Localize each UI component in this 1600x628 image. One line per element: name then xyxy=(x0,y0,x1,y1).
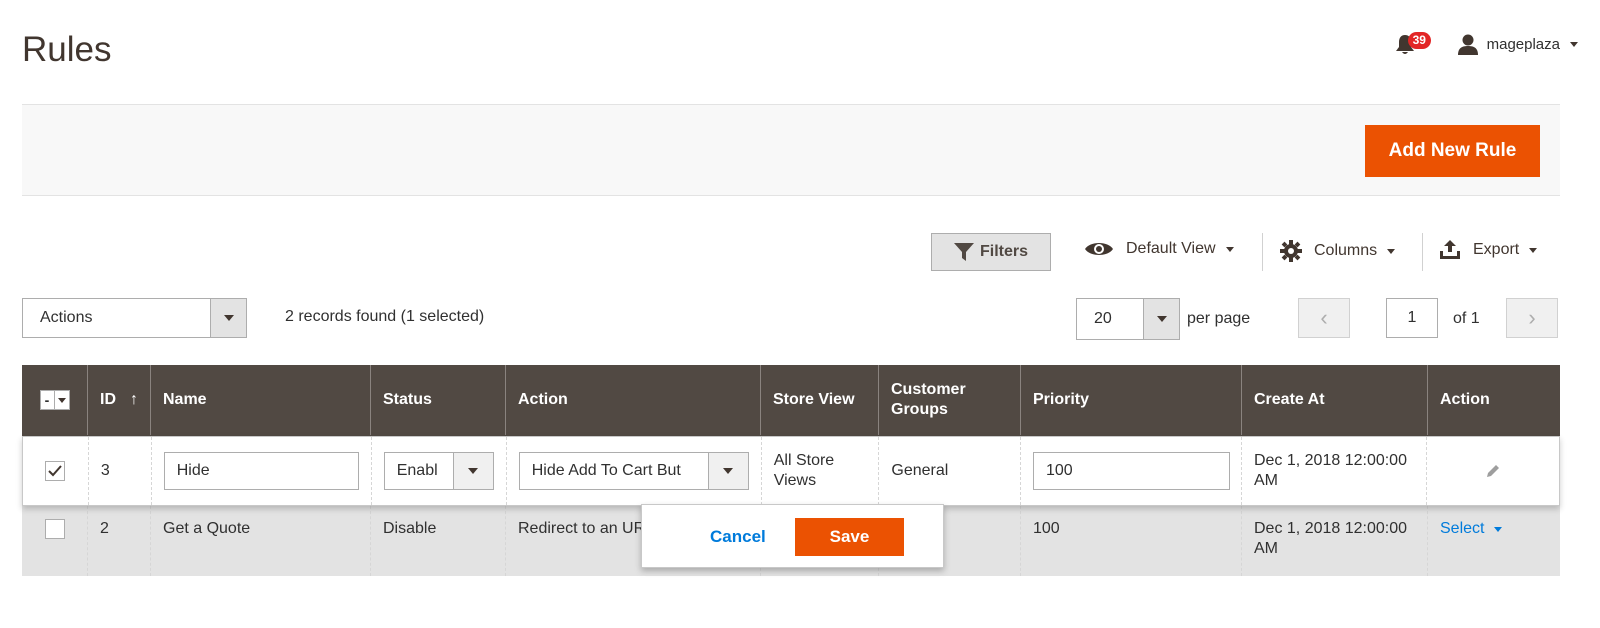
chevron-down-icon xyxy=(452,453,493,489)
export-label: Export xyxy=(1473,241,1520,258)
priority-input[interactable] xyxy=(1032,452,1230,490)
mass-actions-select[interactable]: Actions xyxy=(22,298,247,338)
action-cell: Hide Add To Cart But xyxy=(505,437,761,505)
column-mass-select[interactable]: - xyxy=(22,365,87,435)
row-action-cell xyxy=(1426,437,1559,505)
per-page-value: 20 xyxy=(1094,310,1112,327)
toolbar-divider xyxy=(1262,233,1263,271)
chevron-down-icon xyxy=(210,299,246,337)
action-select[interactable]: Hide Add To Cart But xyxy=(518,452,749,490)
chevron-down-icon xyxy=(1570,41,1578,47)
chevron-down-icon xyxy=(1143,299,1179,339)
per-page-label: per page xyxy=(1187,310,1251,327)
previous-page-button[interactable]: ‹ xyxy=(1298,298,1350,338)
chevron-right-icon: › xyxy=(1528,305,1536,330)
column-row-action: Action xyxy=(1427,365,1560,435)
row-checkbox[interactable] xyxy=(45,461,66,481)
page-title: Rules xyxy=(22,30,112,69)
chevron-down-icon xyxy=(55,391,69,409)
column-id-label: ID xyxy=(100,391,116,408)
chevron-down-icon xyxy=(707,453,748,489)
column-id[interactable]: ID ↑ xyxy=(87,365,150,435)
status-value: Enabl xyxy=(396,462,438,479)
mass-select-dropdown[interactable]: - xyxy=(39,390,70,410)
action-value: Hide Add To Cart But xyxy=(531,462,681,479)
name-input[interactable] xyxy=(163,452,359,490)
default-view-dropdown[interactable]: Default View xyxy=(1084,240,1234,258)
store-view-cell: All Store Views xyxy=(760,437,879,505)
create-at-cell: Dec 1, 2018 12:00:00 AM xyxy=(1241,506,1427,576)
export-icon xyxy=(1440,240,1460,259)
checkmark-icon xyxy=(48,465,63,477)
column-action[interactable]: Action xyxy=(505,365,760,435)
column-store-view[interactable]: Store View xyxy=(760,365,878,435)
inline-edit-actions: Cancel Save xyxy=(641,504,944,568)
header-actions: 39 mageplaza xyxy=(1395,30,1578,58)
pencil-icon[interactable] xyxy=(1485,463,1501,479)
row-action-cell: Select xyxy=(1427,506,1560,576)
column-name[interactable]: Name xyxy=(150,365,370,435)
row-select-cell xyxy=(22,506,87,576)
cancel-button[interactable]: Cancel xyxy=(692,518,784,556)
row-id: 2 xyxy=(87,506,150,576)
notifications-button[interactable]: 39 xyxy=(1395,30,1431,58)
column-customer-groups[interactable]: Customer Groups xyxy=(878,365,1020,435)
mass-actions-value: Actions xyxy=(40,309,93,326)
chevron-down-icon xyxy=(1387,248,1396,254)
mass-select-indicator: - xyxy=(41,391,55,409)
name-cell: Get a Quote xyxy=(150,506,370,576)
row-id: 3 xyxy=(87,437,151,505)
filters-label: Filters xyxy=(979,243,1028,260)
notification-count-badge: 39 xyxy=(1407,32,1431,49)
customer-groups-cell: General xyxy=(878,437,1020,505)
row-select-action[interactable]: Select xyxy=(1440,519,1502,539)
page-actions-bar: Add New Rule xyxy=(22,104,1560,196)
row-checkbox[interactable] xyxy=(44,519,65,539)
row-select-cell xyxy=(23,437,88,505)
chevron-down-icon xyxy=(1529,247,1538,253)
username: mageplaza xyxy=(1486,35,1560,53)
status-cell: Disable xyxy=(370,506,505,576)
gear-icon xyxy=(1280,240,1302,262)
column-create-at[interactable]: Create At xyxy=(1241,365,1427,435)
add-new-rule-button[interactable]: Add New Rule xyxy=(1365,125,1540,177)
name-cell xyxy=(150,437,371,505)
default-view-label: Default View xyxy=(1126,240,1216,257)
user-icon xyxy=(1457,34,1478,55)
sort-ascending-icon: ↑ xyxy=(130,391,138,408)
next-page-button[interactable]: › xyxy=(1506,298,1558,338)
chevron-left-icon: ‹ xyxy=(1320,305,1328,330)
save-button[interactable]: Save xyxy=(795,518,904,556)
filters-button[interactable]: Filters xyxy=(931,233,1051,271)
records-count: 2 records found (1 selected) xyxy=(285,308,485,325)
filter-icon xyxy=(953,243,974,261)
eye-icon xyxy=(1085,243,1113,255)
priority-cell: 100 xyxy=(1020,506,1241,576)
columns-label: Columns xyxy=(1314,242,1378,259)
column-priority[interactable]: Priority xyxy=(1020,365,1241,435)
status-select[interactable]: Enabl xyxy=(383,452,494,490)
export-dropdown[interactable]: Export xyxy=(1439,240,1538,260)
page-total: of 1 xyxy=(1453,310,1480,327)
column-status[interactable]: Status xyxy=(370,365,505,435)
user-menu[interactable]: mageplaza xyxy=(1457,33,1578,55)
create-at-cell: Dec 1, 2018 12:00:00 AM xyxy=(1240,437,1426,505)
columns-dropdown[interactable]: Columns xyxy=(1280,240,1396,262)
status-cell: Enabl xyxy=(370,437,506,505)
toolbar-divider xyxy=(1422,233,1423,271)
priority-cell xyxy=(1019,437,1241,505)
page-number-input[interactable] xyxy=(1386,298,1438,338)
per-page-select[interactable]: 20 xyxy=(1076,298,1180,340)
grid-header: - ID ↑ Name Status Action Store View Cus… xyxy=(22,365,1560,436)
chevron-down-icon xyxy=(1225,246,1234,252)
table-row: 3 Enabl Hide Add To Cart But All Store V… xyxy=(22,436,1560,506)
